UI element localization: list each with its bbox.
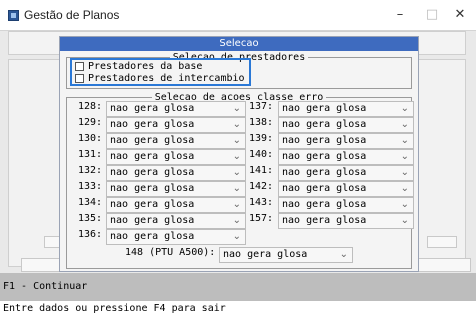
row-code-129: 129: (78, 117, 103, 128)
select-130[interactable]: nao gera glosa ⌄ (106, 133, 246, 149)
row-code-139: 139: (249, 133, 274, 144)
select-value: nao gera glosa (110, 119, 195, 130)
checkbox-label: Prestadores da base (88, 61, 203, 72)
checkbox-box[interactable] (75, 62, 84, 71)
select-value: nao gera glosa (110, 231, 195, 242)
select-value: nao gera glosa (110, 151, 195, 162)
chevron-down-icon: ⌄ (400, 103, 409, 114)
checkbox-label: Prestadores de intercambio (88, 73, 245, 84)
maximize-button[interactable]: □ (420, 6, 444, 24)
select-value: nao gera glosa (282, 183, 367, 194)
dialog-title: Selecao (60, 37, 418, 51)
select-140[interactable]: nao gera glosa ⌄ (278, 149, 414, 165)
select-139[interactable]: nao gera glosa ⌄ (278, 133, 414, 149)
select-value: nao gera glosa (110, 167, 195, 178)
window-title: Gestão de Planos (24, 8, 120, 22)
select-137[interactable]: nao gera glosa ⌄ (278, 101, 414, 117)
select-value: nao gera glosa (110, 135, 195, 146)
function-key-bar: F1 - Continuar (0, 273, 476, 301)
select-value: nao gera glosa (282, 199, 367, 210)
chevron-down-icon: ⌄ (400, 119, 409, 130)
ptu-label: 148 (PTU A500): (125, 247, 216, 258)
status-prompt: Entre dados ou pressione F4 para sair (3, 303, 226, 314)
row-code-130: 130: (78, 133, 103, 144)
chevron-down-icon: ⌄ (232, 183, 241, 194)
minimize-button[interactable]: – (388, 6, 412, 24)
select-143[interactable]: nao gera glosa ⌄ (278, 197, 414, 213)
row-code-157: 157: (249, 213, 274, 224)
row-code-136: 136: (78, 229, 103, 240)
select-136[interactable]: nao gera glosa ⌄ (106, 229, 246, 245)
chevron-down-icon: ⌄ (232, 231, 241, 242)
chevron-down-icon: ⌄ (232, 199, 241, 210)
select-133[interactable]: nao gera glosa ⌄ (106, 181, 246, 197)
checkbox-box[interactable] (75, 74, 84, 83)
close-button[interactable]: ✕ (448, 6, 472, 24)
chevron-down-icon: ⌄ (400, 183, 409, 194)
row-code-135: 135: (78, 213, 103, 224)
select-value: nao gera glosa (282, 167, 367, 178)
row-code-143: 143: (249, 197, 274, 208)
select-157[interactable]: nao gera glosa ⌄ (278, 213, 414, 229)
chevron-down-icon: ⌄ (400, 199, 409, 210)
select-148-ptu[interactable]: nao gera glosa ⌄ (219, 247, 353, 263)
chevron-down-icon: ⌄ (400, 135, 409, 146)
select-132[interactable]: nao gera glosa ⌄ (106, 165, 246, 181)
prestadores-checkbox-focus: Prestadores da base Prestadores de inter… (70, 58, 251, 86)
background-field-right (427, 236, 457, 248)
select-value: nao gera glosa (282, 151, 367, 162)
select-128[interactable]: nao gera glosa ⌄ (106, 101, 246, 117)
select-value: nao gera glosa (223, 249, 308, 260)
select-value: nao gera glosa (282, 215, 367, 226)
select-value: nao gera glosa (110, 183, 195, 194)
row-code-142: 142: (249, 181, 274, 192)
row-code-133: 133: (78, 181, 103, 192)
row-code-131: 131: (78, 149, 103, 160)
select-value: nao gera glosa (110, 199, 195, 210)
chevron-down-icon: ⌄ (232, 119, 241, 130)
select-142[interactable]: nao gera glosa ⌄ (278, 181, 414, 197)
select-value: nao gera glosa (110, 215, 195, 226)
app-icon (8, 10, 19, 21)
row-code-140: 140: (249, 149, 274, 160)
chevron-down-icon: ⌄ (232, 167, 241, 178)
select-129[interactable]: nao gera glosa ⌄ (106, 117, 246, 133)
function-key-hint: F1 - Continuar (3, 281, 88, 292)
chevron-down-icon: ⌄ (400, 215, 409, 226)
row-code-141: 141: (249, 165, 274, 176)
chevron-down-icon: ⌄ (400, 151, 409, 162)
row-code-137: 137: (249, 101, 274, 112)
select-131[interactable]: nao gera glosa ⌄ (106, 149, 246, 165)
select-138[interactable]: nao gera glosa ⌄ (278, 117, 414, 133)
row-code-132: 132: (78, 165, 103, 176)
chevron-down-icon: ⌄ (232, 135, 241, 146)
row-code-138: 138: (249, 117, 274, 128)
row-code-128: 128: (78, 101, 103, 112)
select-135[interactable]: nao gera glosa ⌄ (106, 213, 246, 229)
select-value: nao gera glosa (282, 119, 367, 130)
chevron-down-icon: ⌄ (232, 103, 241, 114)
select-value: nao gera glosa (282, 103, 367, 114)
select-value: nao gera glosa (282, 135, 367, 146)
window-titlebar: Gestão de Planos – □ ✕ (0, 0, 476, 30)
chevron-down-icon: ⌄ (400, 167, 409, 178)
select-134[interactable]: nao gera glosa ⌄ (106, 197, 246, 213)
chevron-down-icon: ⌄ (232, 151, 241, 162)
row-code-134: 134: (78, 197, 103, 208)
select-141[interactable]: nao gera glosa ⌄ (278, 165, 414, 181)
chevron-down-icon: ⌄ (339, 249, 348, 260)
select-value: nao gera glosa (110, 103, 195, 114)
chevron-down-icon: ⌄ (232, 215, 241, 226)
